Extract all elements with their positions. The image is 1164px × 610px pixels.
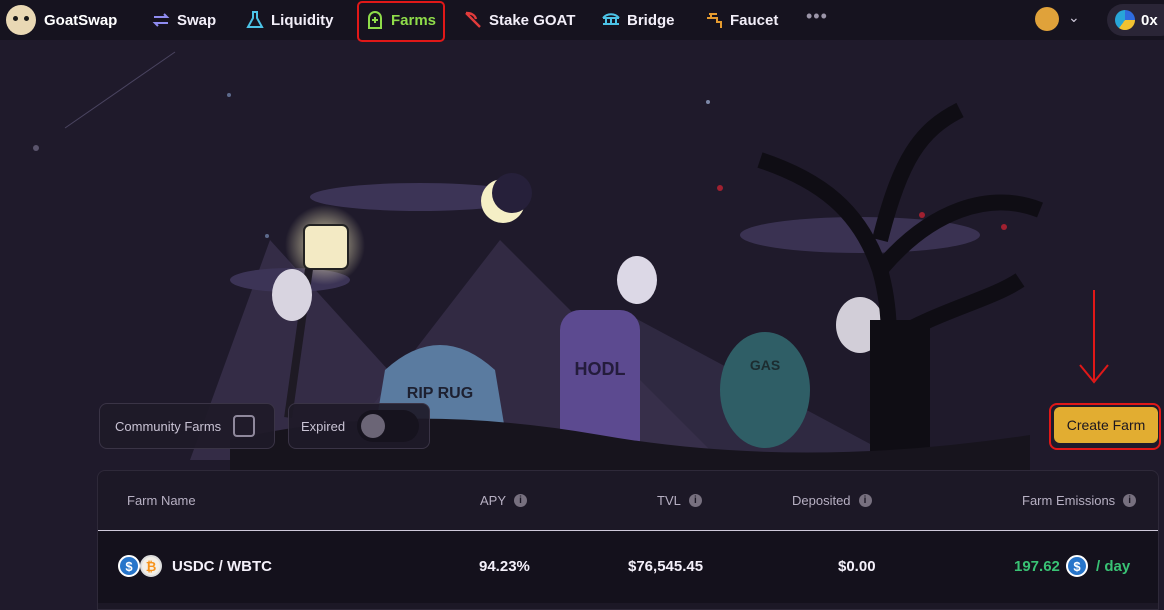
community-farms-label: Community Farms bbox=[115, 418, 222, 434]
nav-stake-goat-label: Stake GOAT bbox=[489, 11, 576, 29]
header-farm-emissions[interactable]: Farm Emissions i bbox=[1022, 493, 1137, 508]
community-farms-checkbox[interactable] bbox=[233, 415, 256, 437]
create-farm-button[interactable]: Create Farm bbox=[1054, 407, 1158, 443]
farm-deposited: $0.00 bbox=[838, 558, 876, 575]
more-menu-icon[interactable]: ••• bbox=[806, 6, 828, 27]
wallet-address: 0x bbox=[1141, 11, 1158, 29]
goat-logo-icon bbox=[6, 5, 36, 35]
header-farm-emissions-label: Farm Emissions bbox=[1022, 493, 1116, 508]
nav-faucet[interactable]: Faucet bbox=[704, 8, 778, 32]
faucet-icon bbox=[704, 10, 724, 30]
nav-faucet-label: Faucet bbox=[730, 11, 779, 29]
tombstone-gas bbox=[720, 332, 810, 448]
flask-icon bbox=[245, 10, 265, 30]
usdc-token-icon: $ bbox=[118, 555, 140, 577]
brand[interactable]: GoatSwap bbox=[6, 5, 117, 35]
shooting-star bbox=[64, 51, 176, 129]
nav-liquidity[interactable]: Liquidity bbox=[245, 8, 334, 32]
emission-amount: 197.62 bbox=[1014, 558, 1060, 575]
header-farm-name-label: Farm Name bbox=[127, 493, 196, 508]
scythe-icon bbox=[463, 10, 483, 30]
farm-tvl: $76,545.45 bbox=[628, 558, 704, 575]
header-deposited-label: Deposited bbox=[792, 493, 851, 508]
brand-name: GoatSwap bbox=[44, 11, 118, 29]
header-apy-label: APY bbox=[480, 493, 507, 508]
toggle-knob bbox=[361, 414, 386, 438]
header-deposited[interactable]: Deposited i bbox=[792, 493, 872, 508]
nav-swap-label: Swap bbox=[177, 11, 217, 29]
btc-token-icon: ₿ bbox=[140, 555, 162, 577]
info-icon[interactable]: i bbox=[1123, 494, 1137, 507]
tombstone-rip-rug-label: RIP RUG bbox=[407, 385, 473, 402]
info-icon[interactable]: i bbox=[514, 494, 528, 507]
nav-bridge[interactable]: Bridge bbox=[601, 8, 675, 32]
header-farm-name[interactable]: Farm Name bbox=[127, 493, 196, 508]
emission-unit: / day bbox=[1096, 558, 1131, 575]
tombstone-gas-label: GAS bbox=[750, 357, 780, 373]
chevron-down-icon[interactable]: ⌄ bbox=[1068, 9, 1080, 26]
nav-bridge-label: Bridge bbox=[627, 11, 675, 29]
farms-annotation-outline bbox=[357, 1, 445, 42]
bridge-icon bbox=[601, 10, 621, 30]
info-icon[interactable]: i bbox=[858, 494, 872, 507]
top-nav: GoatSwap Swap Liquidity Farms Stake GOAT… bbox=[0, 0, 1164, 42]
expired-label: Expired bbox=[301, 418, 346, 434]
nav-stake-goat[interactable]: Stake GOAT bbox=[463, 8, 575, 32]
header-tvl[interactable]: TVL i bbox=[657, 493, 702, 508]
community-farms-filter[interactable]: Community Farms bbox=[99, 403, 275, 449]
wallet-avatar-icon bbox=[1115, 10, 1135, 30]
tombstone-hodl-label: HODL bbox=[575, 359, 626, 379]
profile-avatar[interactable] bbox=[1035, 7, 1059, 31]
wallet-button[interactable]: 0x bbox=[1107, 4, 1164, 36]
info-icon[interactable]: i bbox=[688, 494, 702, 507]
farm-apy: 94.23% bbox=[479, 558, 530, 575]
swap-arrows-icon bbox=[151, 10, 171, 30]
table-header: Farm Name APY i TVL i Deposited i Farm Emis… bbox=[98, 471, 1158, 531]
usdc-token-icon: $ bbox=[1066, 555, 1088, 577]
header-tvl-label: TVL bbox=[657, 493, 681, 508]
nav-liquidity-label: Liquidity bbox=[271, 11, 334, 29]
header-apy[interactable]: APY i bbox=[480, 493, 528, 508]
farms-table: Farm Name APY i TVL i Deposited i Farm Emis… bbox=[97, 470, 1159, 610]
nav-swap[interactable]: Swap bbox=[151, 8, 216, 32]
farm-pair: USDC / WBTC bbox=[172, 558, 272, 575]
expired-toggle[interactable] bbox=[357, 410, 420, 442]
table-row[interactable]: $ ₿ USDC / WBTC 94.23% $76,545.45 $0.00 … bbox=[98, 531, 1158, 603]
expired-filter[interactable]: Expired bbox=[288, 403, 430, 449]
